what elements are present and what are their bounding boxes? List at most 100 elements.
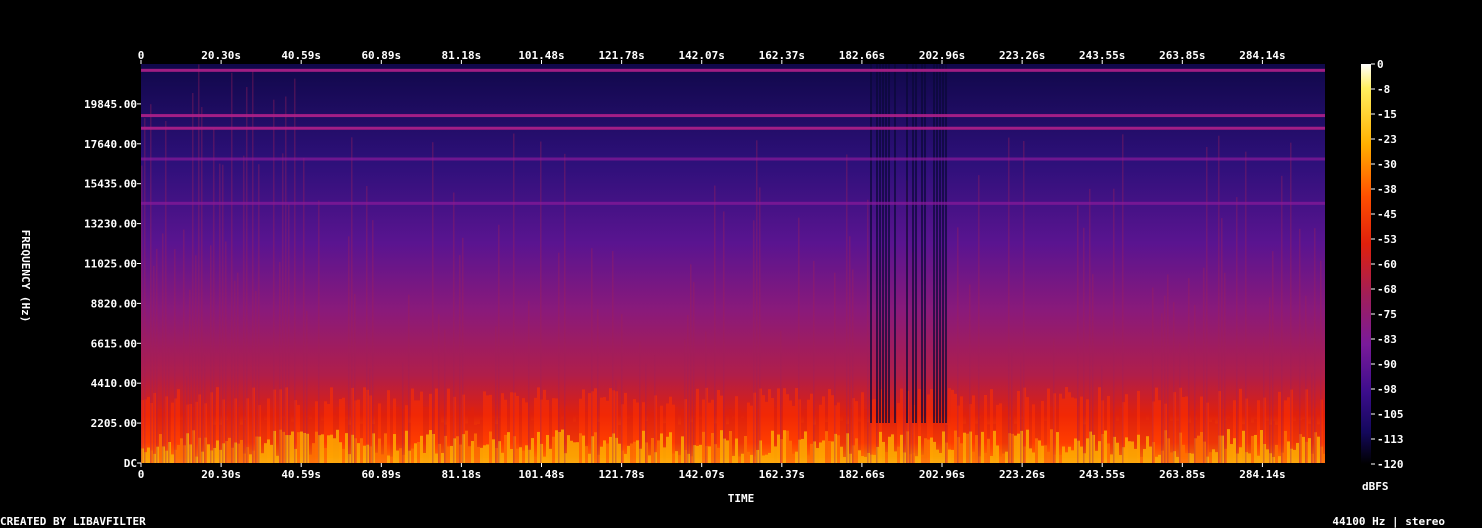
x-tick-label-bottom: 223.26s xyxy=(999,468,1045,481)
energy-column xyxy=(762,395,765,463)
energy-column-low xyxy=(573,442,576,463)
energy-column-low xyxy=(726,440,729,463)
energy-column-low xyxy=(477,446,480,463)
energy-column-low xyxy=(441,453,444,463)
energy-column-low xyxy=(954,430,957,463)
energy-column-low xyxy=(1260,429,1263,463)
y-tick-label: 8820.00 xyxy=(91,297,137,310)
energy-column-low xyxy=(1197,435,1200,463)
energy-column-low xyxy=(609,436,612,463)
energy-column-low xyxy=(999,456,1002,463)
energy-column-low xyxy=(1050,429,1053,463)
x-tick-label-bottom: 202.96s xyxy=(919,468,965,481)
quiet-gap xyxy=(894,64,896,423)
x-tick-label-top: 284.14s xyxy=(1239,49,1285,62)
energy-streak xyxy=(1077,205,1079,463)
energy-streak xyxy=(654,355,656,463)
energy-streak xyxy=(759,187,761,463)
colorbar-tick-label: -75 xyxy=(1377,308,1397,321)
energy-column xyxy=(738,409,741,463)
energy-column-low xyxy=(1182,444,1185,463)
energy-column-low xyxy=(240,439,243,463)
energy-column-low xyxy=(270,444,273,463)
energy-column-low xyxy=(579,433,582,463)
energy-column xyxy=(435,388,438,463)
energy-column-low xyxy=(1143,448,1146,463)
energy-column-low xyxy=(420,435,423,463)
energy-column-low xyxy=(1005,451,1008,463)
x-tick-label-top: 101.48s xyxy=(518,49,564,62)
energy-column-low xyxy=(522,450,525,463)
colorbar: 0 -8 -15 -23 -30 -38 -45 -53 -60 -68 -75 -83 -90 -98 -… xyxy=(1361,58,1404,493)
energy-column-low xyxy=(510,449,513,463)
energy-streak xyxy=(1314,228,1316,463)
energy-column-low xyxy=(1128,441,1131,463)
energy-column xyxy=(999,403,1002,463)
energy-column xyxy=(171,402,174,463)
energy-streak xyxy=(705,331,707,463)
energy-column-low xyxy=(159,434,162,463)
energy-streak xyxy=(198,64,200,463)
energy-column-low xyxy=(147,447,150,463)
energy-column-low xyxy=(456,436,459,463)
energy-streak xyxy=(252,71,254,463)
energy-column-low xyxy=(807,455,810,463)
energy-column-low xyxy=(717,447,720,463)
energy-column-low xyxy=(543,456,546,463)
colorbar-tick-label: -90 xyxy=(1377,358,1397,371)
energy-column-low xyxy=(768,452,771,463)
energy-column-low xyxy=(795,451,798,463)
energy-column-low xyxy=(426,434,429,463)
energy-streak xyxy=(222,164,224,463)
energy-column-low xyxy=(888,436,891,463)
energy-column-low xyxy=(972,451,975,463)
energy-streak xyxy=(258,164,260,463)
energy-streak xyxy=(645,363,647,463)
colorbar-tick-label: -60 xyxy=(1377,258,1397,271)
energy-column-low xyxy=(330,434,333,463)
energy-streak xyxy=(459,255,461,463)
energy-streak xyxy=(354,294,356,463)
energy-column xyxy=(1185,396,1188,463)
colorbar-gradient xyxy=(1361,64,1371,464)
tonal-line xyxy=(141,201,1325,205)
y-axis: DC 2205.00 4410.00 6615.00 8820.00 11025.00 13… xyxy=(84,98,141,470)
energy-column-low xyxy=(1317,436,1320,463)
colorbar-tick-label: -120 xyxy=(1377,458,1404,471)
energy-column-low xyxy=(360,438,363,463)
energy-streak xyxy=(1221,218,1223,463)
colorbar-tick-label: -30 xyxy=(1377,158,1397,171)
energy-column-low xyxy=(747,451,750,463)
energy-column-low xyxy=(435,453,438,463)
energy-column-low xyxy=(390,456,393,463)
energy-column-low xyxy=(1185,453,1188,463)
energy-column-low xyxy=(423,452,426,463)
y-tick-label: 15435.00 xyxy=(84,178,137,191)
energy-streak xyxy=(798,217,800,463)
energy-column-low xyxy=(1017,433,1020,463)
energy-column-low xyxy=(918,436,921,463)
energy-streak xyxy=(306,310,308,463)
energy-column-low xyxy=(582,435,585,463)
energy-column-low xyxy=(771,430,774,463)
energy-column xyxy=(750,405,753,463)
x-tick-label-top: 162.37s xyxy=(759,49,805,62)
energy-streak xyxy=(156,248,158,463)
energy-column-low xyxy=(741,453,744,463)
x-tick-label-top: 182.66s xyxy=(839,49,885,62)
energy-streak xyxy=(1113,188,1115,463)
energy-column-low xyxy=(900,434,903,463)
energy-streak xyxy=(243,155,245,463)
energy-column-low xyxy=(864,456,867,463)
colorbar-tick-label: -15 xyxy=(1377,108,1397,121)
energy-streak xyxy=(1206,146,1208,463)
energy-column-low xyxy=(1170,452,1173,463)
energy-streak xyxy=(1101,365,1103,463)
energy-column-low xyxy=(576,442,579,463)
energy-column-low xyxy=(1116,442,1119,463)
energy-column-low xyxy=(960,443,963,463)
energy-streak xyxy=(183,229,185,463)
energy-column xyxy=(861,392,864,463)
x-tick-label-top: 0 xyxy=(138,49,145,62)
y-tick-label: 2205.00 xyxy=(91,417,137,430)
